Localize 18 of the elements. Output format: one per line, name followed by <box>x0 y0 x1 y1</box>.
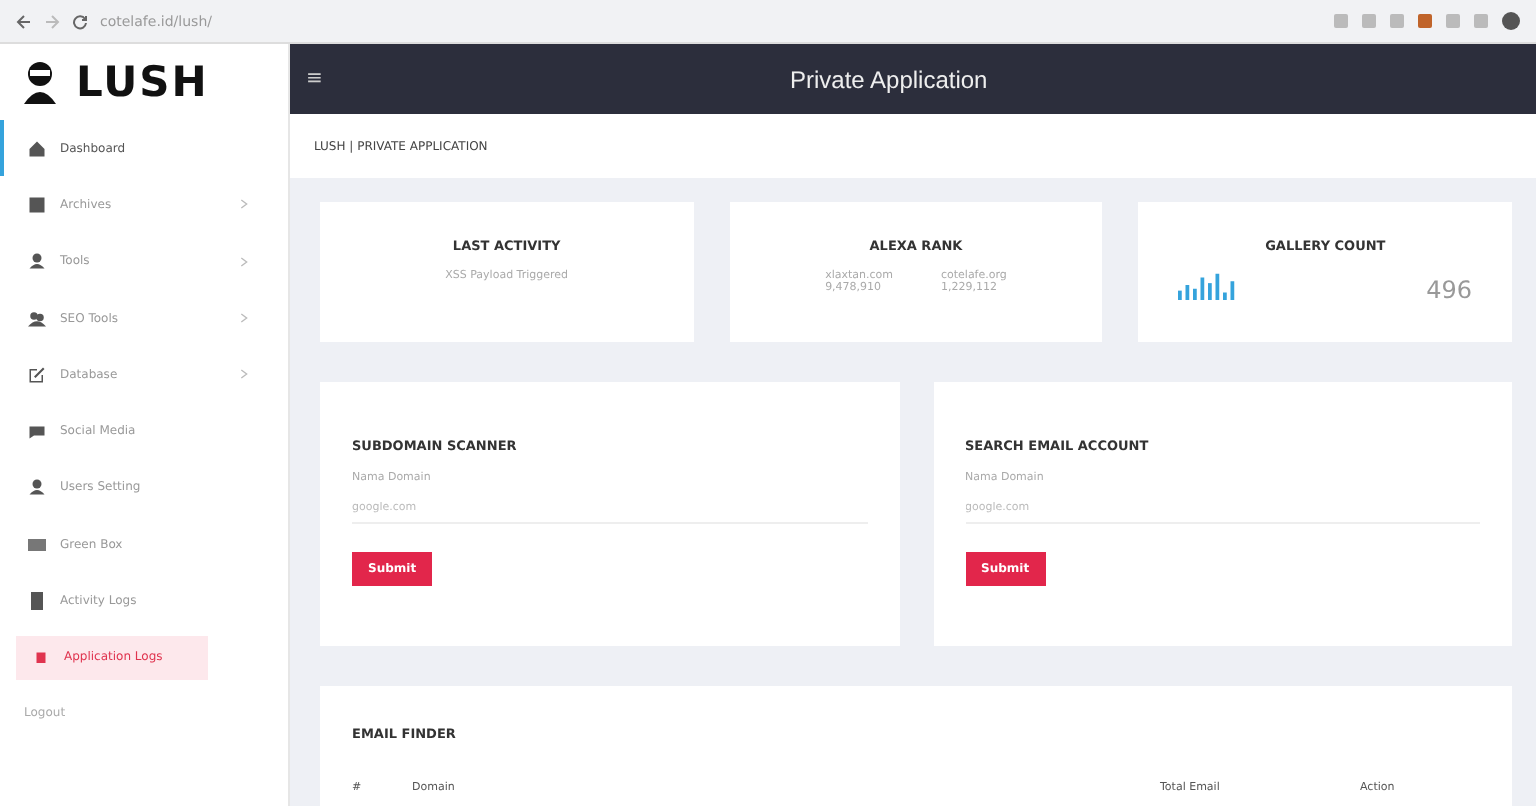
people-icon <box>28 309 46 328</box>
back-icon[interactable] <box>16 13 32 29</box>
person-icon <box>28 478 46 497</box>
document-icon <box>28 592 46 611</box>
gallery-count: 496 <box>1426 275 1472 303</box>
ninja-icon <box>20 60 60 104</box>
grid-icon <box>28 195 46 214</box>
person-icon <box>28 252 46 271</box>
edit-icon <box>28 365 46 384</box>
page-title: Private Application <box>790 65 988 94</box>
menu-icon[interactable]: ≡ <box>306 68 323 91</box>
reload-icon[interactable] <box>72 13 88 29</box>
extension-icons[interactable] <box>1334 12 1520 30</box>
square-icon <box>32 648 50 667</box>
image-icon <box>28 535 46 554</box>
home-icon <box>28 139 46 158</box>
brand-name: LUSH <box>76 58 209 106</box>
chat-icon <box>28 422 46 441</box>
